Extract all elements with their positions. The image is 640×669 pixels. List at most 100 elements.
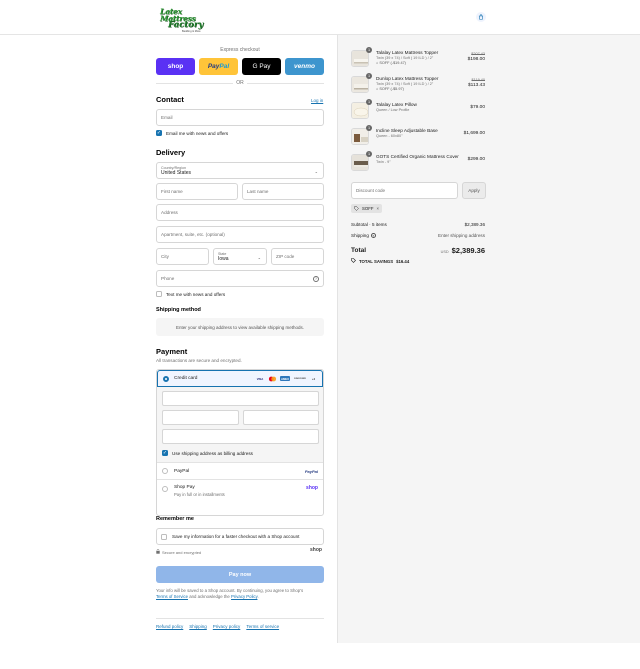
legal-text: Your info will be saved to a Shop accoun…: [156, 588, 304, 599]
billing-address-checkbox[interactable]: ✓ Use shipping address as billing addres…: [162, 450, 253, 456]
remove-code-icon[interactable]: ×: [376, 206, 379, 211]
tag-icon: ⌂: [376, 87, 379, 91]
city-field[interactable]: City: [156, 248, 209, 265]
quantity-badge: 1: [366, 125, 372, 131]
address-field[interactable]: Address: [156, 204, 324, 221]
currency-code: USD: [440, 250, 449, 254]
save-info-checkbox[interactable]: Save my information for a faster checkou…: [156, 528, 324, 545]
discount-line: ⌂ SOFF (-$5.97): [376, 87, 404, 91]
cart-item: 1 Dunlop Latex Mattress Topper Twin (39 …: [351, 73, 485, 95]
checkout-form: Express checkout shop Pay Pal G Pay venmo…: [0, 35, 337, 669]
original-price: $207.43: [471, 52, 485, 56]
discount-code-field[interactable]: Discount code: [351, 182, 458, 199]
item-price: $79.00: [470, 105, 485, 110]
google-pay-button[interactable]: G Pay: [242, 58, 281, 75]
item-price: $1,699.00: [463, 131, 485, 136]
paypal-button[interactable]: Pay Pal: [199, 58, 238, 75]
quantity-badge: 1: [366, 73, 372, 79]
apartment-field[interactable]: Apartment, suite, etc. (optional): [156, 226, 324, 243]
apply-button[interactable]: Apply: [462, 182, 486, 199]
country-select[interactable]: Country/Region United States ⌄: [156, 162, 324, 179]
cart-item: 1 Talalay Latex Mattress Topper Twin (39…: [351, 47, 485, 69]
shop-logo: shop: [306, 485, 318, 491]
cart-bag-icon[interactable]: [476, 12, 486, 22]
tag-icon: ⌂: [376, 61, 379, 65]
login-link[interactable]: Log in: [311, 98, 323, 103]
state-select[interactable]: State Iowa ⌄: [213, 248, 267, 265]
email-news-checkbox[interactable]: ✓ Email me with news and offers: [156, 130, 228, 136]
card-details-form: ✓ Use shipping address as billing addres…: [157, 387, 323, 462]
checkbox-checked-icon: ✓: [162, 450, 168, 456]
brand-logo[interactable]: Latex Mattress Factory Bedding & More: [160, 8, 214, 33]
or-divider-text: OR: [233, 80, 247, 86]
help-icon[interactable]: ?: [370, 233, 376, 238]
payment-subtitle: All transactions are secure and encrypte…: [156, 358, 242, 363]
product-image: [351, 50, 369, 67]
remember-me-heading: Remember me: [156, 516, 194, 522]
product-image: [351, 102, 369, 119]
card-number-field[interactable]: [162, 391, 319, 406]
cart-item: 1 Talalay Latex Pillow Queen / Low Profi…: [351, 99, 485, 121]
delivery-heading: Delivery: [156, 148, 186, 157]
mastercard-icon: [268, 376, 277, 382]
subtotal-label: Subtotal · 5 items: [351, 222, 387, 227]
shipping-method-heading: Shipping method: [156, 307, 201, 313]
quantity-badge: 1: [366, 151, 372, 157]
visa-icon: VISA: [256, 376, 264, 381]
total-savings: TOTAL SAVINGS $16.44: [351, 258, 409, 264]
product-image: [351, 154, 369, 171]
checkbox-checked-icon: ✓: [156, 130, 162, 136]
terms-link[interactable]: Terms of Service: [156, 594, 188, 599]
credit-card-option[interactable]: Credit card VISA AMEX DISCOVER +4: [157, 370, 323, 387]
shipping-method-placeholder: Enter your shipping address to view avai…: [156, 318, 324, 336]
venmo-button[interactable]: venmo: [285, 58, 324, 75]
subtotal-value: $2,389.36: [464, 222, 485, 227]
footer-links: Refund policy Shipping Privacy policy Te…: [156, 624, 279, 629]
total-label: Total: [351, 247, 367, 254]
divider: [156, 618, 324, 619]
header: Latex Mattress Factory Bedding & More: [0, 0, 640, 35]
card-brands: VISA AMEX DISCOVER +4: [255, 375, 317, 382]
name-on-card-field[interactable]: [162, 429, 319, 444]
shipping-label: Shipping ?: [351, 233, 376, 238]
discount-line: ⌂ SOFF (-$19.47): [376, 61, 406, 65]
item-price: $198.00: [467, 57, 485, 62]
shop-pay-option[interactable]: Shop Pay Pay in full or in installments …: [157, 479, 323, 516]
quantity-badge: 1: [366, 99, 372, 105]
cart-item: 1 GOTS Certified Organic Mattress Cover …: [351, 151, 485, 173]
discover-icon: DISCOVER: [294, 377, 306, 380]
payment-methods: Credit card VISA AMEX DISCOVER +4 ✓ Use …: [156, 369, 324, 516]
first-name-field[interactable]: First name: [156, 183, 238, 200]
quantity-badge: 1: [366, 47, 372, 53]
shipping-value: Enter shipping address: [438, 233, 485, 238]
amex-icon: AMEX: [280, 375, 290, 382]
phone-field[interactable]: Phone ?: [156, 270, 324, 287]
express-checkout-title: Express checkout: [220, 47, 260, 53]
shop-pay-button[interactable]: shop: [156, 58, 195, 75]
total-amount: USD $2,389.36: [440, 246, 485, 255]
zip-field[interactable]: ZIP code: [271, 248, 324, 265]
product-image: [351, 76, 369, 93]
paypal-option[interactable]: PayPal PayPal: [157, 462, 323, 479]
expiration-field[interactable]: [162, 410, 239, 425]
tag-icon: [351, 258, 356, 264]
pay-now-button[interactable]: Pay now: [156, 566, 324, 583]
refund-policy-link[interactable]: Refund policy: [156, 624, 183, 629]
discount-tag: SOFF ×: [351, 204, 382, 213]
secure-note: Secure and encrypted: [156, 549, 201, 555]
checkbox-unchecked-icon: [161, 533, 167, 540]
original-price: $119.40: [471, 78, 485, 82]
security-code-field[interactable]: [243, 410, 319, 425]
text-news-checkbox[interactable]: Text me with news and offers: [156, 291, 225, 297]
shipping-link[interactable]: Shipping: [189, 624, 207, 629]
radio-selected-icon: [163, 375, 169, 382]
privacy-link[interactable]: Privacy Policy: [231, 594, 257, 599]
item-price: $299.00: [467, 157, 485, 162]
order-summary: 1 Talalay Latex Mattress Topper Twin (39…: [337, 35, 640, 643]
privacy-policy-link[interactable]: Privacy policy: [213, 624, 241, 629]
radio-unselected-icon: [162, 486, 168, 492]
last-name-field[interactable]: Last name: [242, 183, 324, 200]
terms-of-service-link[interactable]: Terms of service: [246, 624, 279, 629]
email-field[interactable]: Email: [156, 109, 324, 126]
help-icon[interactable]: ?: [313, 275, 319, 282]
